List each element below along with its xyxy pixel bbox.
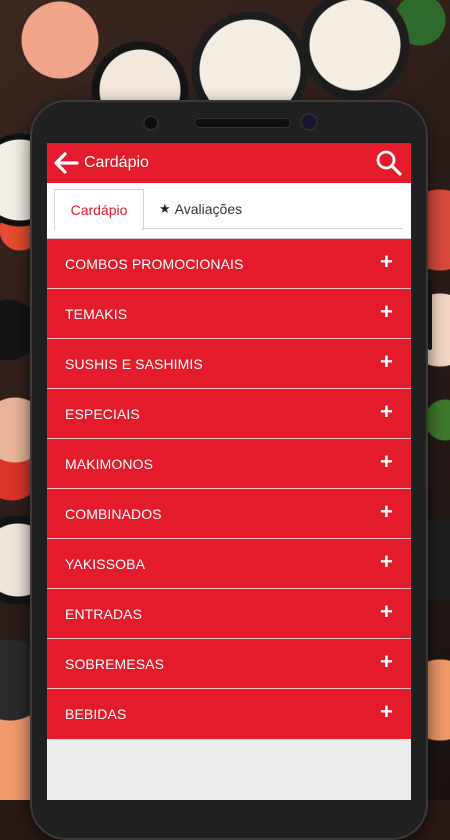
plus-icon: + bbox=[380, 648, 393, 674]
arrow-left-icon bbox=[54, 152, 79, 174]
plus-icon: + bbox=[380, 498, 393, 524]
page-title: Cardápio bbox=[84, 154, 149, 171]
search-button[interactable] bbox=[375, 149, 403, 177]
tab-label: Cardápio bbox=[70, 202, 128, 218]
plus-icon: + bbox=[380, 348, 393, 374]
category-label: BEBIDAS bbox=[65, 706, 127, 722]
category-label: COMBOS PROMOCIONAIS bbox=[65, 255, 244, 272]
category-label: SOBREMESAS bbox=[65, 655, 165, 672]
plus-icon: + bbox=[380, 298, 393, 324]
search-icon bbox=[376, 150, 402, 176]
category-item[interactable]: YAKISSOBA + bbox=[47, 539, 411, 589]
category-item[interactable]: SUSHIS E SASHIMIS + bbox=[47, 339, 411, 389]
tab-bar: Cardápio ★ Avaliações bbox=[47, 183, 411, 239]
speaker-grille bbox=[195, 119, 290, 127]
tab-avaliacoes[interactable]: ★ Avaliações bbox=[159, 189, 242, 229]
front-camera bbox=[302, 115, 316, 129]
plus-icon: + bbox=[380, 699, 393, 724]
category-label: MAKIMONOS bbox=[65, 455, 154, 472]
category-label: ESPECIAIS bbox=[65, 405, 140, 422]
tab-cardapio[interactable]: Cardápio bbox=[54, 189, 144, 230]
plus-icon: + bbox=[380, 248, 393, 274]
category-label: COMBINADOS bbox=[65, 505, 162, 522]
category-label: SUSHIS E SASHIMIS bbox=[65, 355, 203, 372]
category-item[interactable]: TEMAKIS + bbox=[47, 289, 411, 339]
category-item[interactable]: BEBIDAS + bbox=[47, 689, 411, 739]
front-sensor bbox=[145, 117, 157, 129]
category-item[interactable]: COMBINADOS + bbox=[47, 489, 411, 539]
plus-icon: + bbox=[380, 598, 393, 624]
category-item[interactable]: ENTRADAS + bbox=[47, 589, 411, 639]
side-button bbox=[428, 280, 432, 350]
category-item[interactable]: MAKIMONOS + bbox=[47, 439, 411, 489]
category-item[interactable]: ESPECIAIS + bbox=[47, 389, 411, 439]
category-label: TEMAKIS bbox=[65, 305, 128, 322]
back-button[interactable] bbox=[52, 143, 80, 183]
category-list: COMBOS PROMOCIONAIS + TEMAKIS + SUSHIS E… bbox=[47, 239, 411, 739]
category-item[interactable]: COMBOS PROMOCIONAIS + bbox=[47, 239, 411, 289]
footer-area bbox=[47, 739, 411, 779]
plus-icon: + bbox=[380, 398, 393, 424]
star-icon: ★ bbox=[159, 201, 171, 216]
tab-label: Avaliações bbox=[174, 201, 243, 217]
category-label: YAKISSOBA bbox=[65, 555, 146, 572]
plus-icon: + bbox=[380, 448, 393, 474]
tab-divider bbox=[142, 228, 403, 229]
app-bar: Cardápio bbox=[47, 143, 411, 183]
category-item[interactable]: SOBREMESAS + bbox=[47, 639, 411, 689]
category-label: ENTRADAS bbox=[65, 605, 143, 622]
app-screen: Cardápio Cardápio ★ Avaliações COMBOS PR… bbox=[47, 143, 411, 800]
plus-icon: + bbox=[380, 548, 393, 574]
